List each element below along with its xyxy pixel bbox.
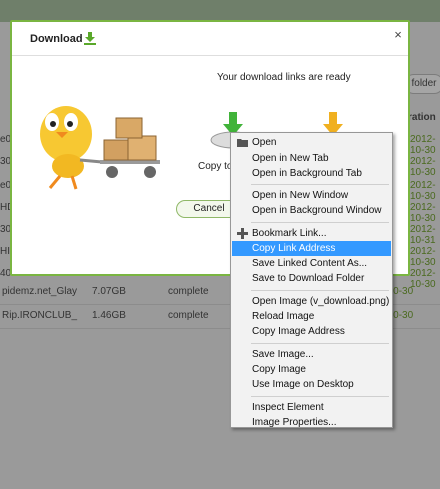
date-cell: 2012-10-31 xyxy=(410,224,436,246)
file-size: 7.07GB xyxy=(92,286,126,297)
menu-item-save-to-download-folder[interactable]: Save to Download Folder xyxy=(232,271,391,286)
menu-separator xyxy=(251,396,389,397)
plus-icon xyxy=(237,228,248,239)
file-name: pidemz.net_Glay xyxy=(2,286,78,297)
menu-item-copy-image-address[interactable]: Copy Image Address xyxy=(232,324,391,339)
menu-item-open-background-window[interactable]: Open in Background Window xyxy=(232,203,391,218)
menu-item-open-background-tab[interactable]: Open in Background Tab xyxy=(232,166,391,181)
close-icon[interactable]: × xyxy=(391,28,405,42)
menu-item-inspect-element[interactable]: Inspect Element xyxy=(232,400,391,415)
menu-item-open-new-window[interactable]: Open in New Window xyxy=(232,188,391,203)
menu-separator xyxy=(251,290,389,291)
menu-item-copy-link-address[interactable]: Copy Link Address xyxy=(232,241,391,256)
file-name: Rip.IRONCLUB_ xyxy=(2,310,78,321)
download-icon xyxy=(84,32,96,45)
menu-item-open-image[interactable]: Open Image (v_download.png) xyxy=(232,294,391,309)
date-cell: 2012-10-30 xyxy=(410,202,436,224)
duration-column-header: ration xyxy=(408,112,436,123)
menu-item-open[interactable]: Open xyxy=(232,135,391,150)
file-status: complete xyxy=(168,286,209,297)
menu-item-image-properties[interactable]: Image Properties... xyxy=(232,415,391,430)
file-status: complete xyxy=(168,310,209,321)
menu-item-reload-image[interactable]: Reload Image xyxy=(232,309,391,324)
folder-icon xyxy=(237,139,248,147)
menu-separator xyxy=(251,343,389,344)
menu-item-bookmark-link[interactable]: Bookmark Link... xyxy=(232,226,391,241)
menu-item-copy-image[interactable]: Copy Image xyxy=(232,362,391,377)
menu-separator xyxy=(251,184,389,185)
date-cell: 2012-10-30 xyxy=(410,134,436,156)
date-cell: 2012-10-30 xyxy=(410,156,436,178)
background-top-bar xyxy=(0,0,440,22)
list-item: HI xyxy=(0,246,10,257)
menu-item-save-image[interactable]: Save Image... xyxy=(232,347,391,362)
dialog-header: Download × xyxy=(12,22,408,56)
context-menu: Open Open in New Tab Open in Background … xyxy=(230,132,393,428)
dialog-title: Download xyxy=(30,33,83,45)
menu-item-use-image-on-desktop[interactable]: Use Image on Desktop xyxy=(232,377,391,392)
menu-item-open-new-tab[interactable]: Open in New Tab xyxy=(232,151,391,166)
file-size: 1.46GB xyxy=(92,310,126,321)
mascot-illustration xyxy=(40,106,160,190)
ready-message: Your download links are ready xyxy=(217,72,351,83)
menu-item-save-linked-content[interactable]: Save Linked Content As... xyxy=(232,256,391,271)
menu-separator xyxy=(251,222,389,223)
date-cell: 2012-10-30 xyxy=(410,246,436,268)
date-cell: 2012-10-30 xyxy=(410,180,436,202)
